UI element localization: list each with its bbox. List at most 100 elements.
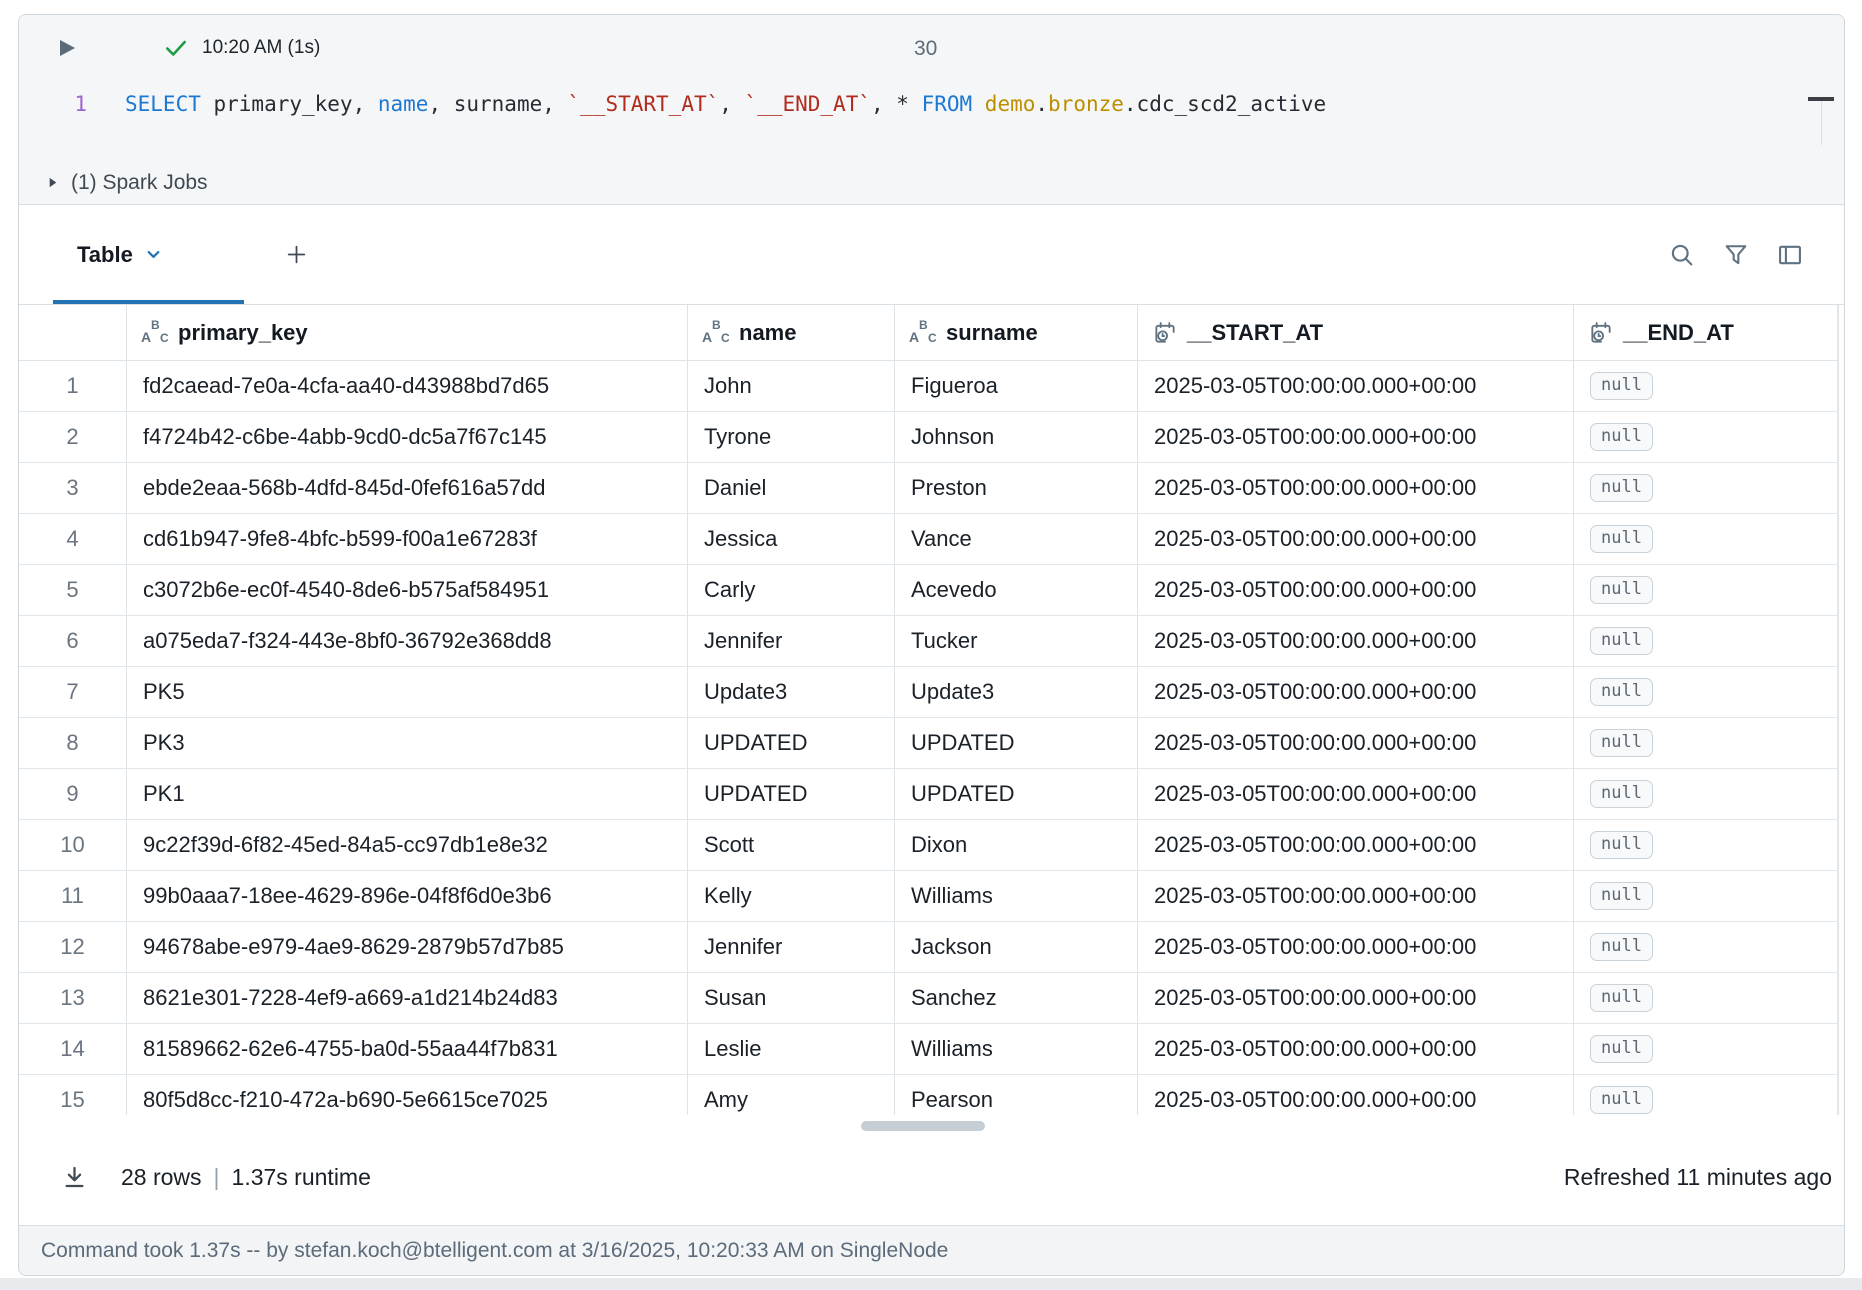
cell-start-at[interactable]: 2025-03-05T00:00:00.000+00:00 — [1138, 514, 1574, 565]
cell-surname[interactable]: Tucker — [895, 616, 1138, 667]
cell-name[interactable]: Jennifer — [688, 922, 895, 973]
cell-end-at[interactable]: null — [1574, 820, 1839, 871]
cell-end-at[interactable]: null — [1574, 973, 1839, 1024]
cell-primary_key[interactable]: PK5 — [127, 667, 688, 718]
cell-start-at[interactable]: 2025-03-05T00:00:00.000+00:00 — [1138, 1075, 1574, 1115]
cell-name[interactable]: Jessica — [688, 514, 895, 565]
cell-end-at[interactable]: null — [1574, 412, 1839, 463]
cell-surname[interactable]: Acevedo — [895, 565, 1138, 616]
spark-jobs-toggle[interactable]: (1) Spark Jobs — [19, 161, 1844, 205]
cell-name[interactable]: Kelly — [688, 871, 895, 922]
search-icon[interactable] — [1665, 238, 1699, 272]
cell-primary_key[interactable]: 81589662-62e6-4755-ba0d-55aa44f7b831 — [127, 1024, 688, 1075]
cell-end-at[interactable]: null — [1574, 361, 1839, 412]
column-header-surname[interactable]: ABCsurname — [895, 305, 1138, 361]
cell-surname[interactable]: Update3 — [895, 667, 1138, 718]
cell-start-at[interactable]: 2025-03-05T00:00:00.000+00:00 — [1138, 463, 1574, 514]
cell-end-at[interactable]: null — [1574, 1024, 1839, 1075]
row-number-cell[interactable]: 15 — [19, 1075, 127, 1115]
cell-start-at[interactable]: 2025-03-05T00:00:00.000+00:00 — [1138, 1024, 1574, 1075]
row-number-cell[interactable]: 8 — [19, 718, 127, 769]
cell-surname[interactable]: UPDATED — [895, 718, 1138, 769]
cell-name[interactable]: UPDATED — [688, 718, 895, 769]
cell-start-at[interactable]: 2025-03-05T00:00:00.000+00:00 — [1138, 667, 1574, 718]
cell-surname[interactable]: Jackson — [895, 922, 1138, 973]
cell-primary_key[interactable]: 8621e301-7228-4ef9-a669-a1d214b24d83 — [127, 973, 688, 1024]
cell-primary_key[interactable]: c3072b6e-ec0f-4540-8de6-b575af584951 — [127, 565, 688, 616]
row-number-cell[interactable]: 1 — [19, 361, 127, 412]
cell-surname[interactable]: Vance — [895, 514, 1138, 565]
cell-start-at[interactable]: 2025-03-05T00:00:00.000+00:00 — [1138, 565, 1574, 616]
cell-primary_key[interactable]: f4724b42-c6be-4abb-9cd0-dc5a7f67c145 — [127, 412, 688, 463]
cell-start-at[interactable]: 2025-03-05T00:00:00.000+00:00 — [1138, 922, 1574, 973]
cell-surname[interactable]: Preston — [895, 463, 1138, 514]
cell-start-at[interactable]: 2025-03-05T00:00:00.000+00:00 — [1138, 820, 1574, 871]
run-cell-button[interactable] — [56, 36, 80, 60]
row-number-cell[interactable]: 10 — [19, 820, 127, 871]
cell-primary_key[interactable]: PK3 — [127, 718, 688, 769]
column-header-primary_key[interactable]: ABCprimary_key — [127, 305, 688, 361]
cell-end-at[interactable]: null — [1574, 1075, 1839, 1115]
cell-end-at[interactable]: null — [1574, 718, 1839, 769]
cell-start-at[interactable]: 2025-03-05T00:00:00.000+00:00 — [1138, 718, 1574, 769]
cell-primary_key[interactable]: 80f5d8cc-f210-472a-b690-5e6615ce7025 — [127, 1075, 688, 1115]
row-number-cell[interactable]: 4 — [19, 514, 127, 565]
column-header-name[interactable]: ABCname — [688, 305, 895, 361]
column-header-__START_AT[interactable]: __START_AT — [1138, 305, 1574, 361]
row-number-cell[interactable]: 11 — [19, 871, 127, 922]
tab-table[interactable]: Table — [53, 205, 244, 304]
filter-icon[interactable] — [1719, 238, 1753, 272]
cell-start-at[interactable]: 2025-03-05T00:00:00.000+00:00 — [1138, 616, 1574, 667]
cell-end-at[interactable]: null — [1574, 769, 1839, 820]
cell-start-at[interactable]: 2025-03-05T00:00:00.000+00:00 — [1138, 361, 1574, 412]
column-header-__END_AT[interactable]: __END_AT — [1574, 305, 1839, 361]
cell-surname[interactable]: UPDATED — [895, 769, 1138, 820]
cell-name[interactable]: Jennifer — [688, 616, 895, 667]
cell-surname[interactable]: Dixon — [895, 820, 1138, 871]
cell-name[interactable]: Carly — [688, 565, 895, 616]
cell-surname[interactable]: Johnson — [895, 412, 1138, 463]
cell-start-at[interactable]: 2025-03-05T00:00:00.000+00:00 — [1138, 769, 1574, 820]
cell-surname[interactable]: Williams — [895, 871, 1138, 922]
cell-name[interactable]: Leslie — [688, 1024, 895, 1075]
cell-end-at[interactable]: null — [1574, 922, 1839, 973]
cell-surname[interactable]: Figueroa — [895, 361, 1138, 412]
row-number-cell[interactable]: 2 — [19, 412, 127, 463]
cell-primary_key[interactable]: ebde2eaa-568b-4dfd-845d-0fef616a57dd — [127, 463, 688, 514]
download-results-button[interactable] — [59, 1162, 89, 1192]
row-number-cell[interactable]: 7 — [19, 667, 127, 718]
cell-end-at[interactable]: null — [1574, 514, 1839, 565]
cell-end-at[interactable]: null — [1574, 463, 1839, 514]
sql-code[interactable]: SELECT primary_key, name, surname, `__ST… — [125, 92, 1326, 116]
cell-end-at[interactable]: null — [1574, 616, 1839, 667]
row-number-cell[interactable]: 3 — [19, 463, 127, 514]
cell-surname[interactable]: Williams — [895, 1024, 1138, 1075]
row-number-cell[interactable]: 12 — [19, 922, 127, 973]
row-number-cell[interactable]: 14 — [19, 1024, 127, 1075]
side-panel-icon[interactable] — [1773, 238, 1807, 272]
cell-primary_key[interactable]: 94678abe-e979-4ae9-8629-2879b57d7b85 — [127, 922, 688, 973]
cell-name[interactable]: UPDATED — [688, 769, 895, 820]
cell-primary_key[interactable]: 9c22f39d-6f82-45ed-84a5-cc97db1e8e32 — [127, 820, 688, 871]
cell-name[interactable]: John — [688, 361, 895, 412]
cell-primary_key[interactable]: fd2caead-7e0a-4cfa-aa40-d43988bd7d65 — [127, 361, 688, 412]
cell-end-at[interactable]: null — [1574, 871, 1839, 922]
row-number-cell[interactable]: 5 — [19, 565, 127, 616]
row-number-cell[interactable]: 9 — [19, 769, 127, 820]
cell-primary_key[interactable]: PK1 — [127, 769, 688, 820]
cell-primary_key[interactable]: cd61b947-9fe8-4bfc-b599-f00a1e67283f — [127, 514, 688, 565]
cell-name[interactable]: Update3 — [688, 667, 895, 718]
vertical-scrollbar-track[interactable] — [1837, 305, 1838, 1115]
cell-primary_key[interactable]: 99b0aaa7-18ee-4629-896e-04f8f6d0e3b6 — [127, 871, 688, 922]
cell-name[interactable]: Scott — [688, 820, 895, 871]
cell-surname[interactable]: Pearson — [895, 1075, 1138, 1115]
code-editor-area[interactable]: 10:20 AM (1s) 30 1 SELECT primary_key, n… — [19, 15, 1844, 161]
cell-name[interactable]: Amy — [688, 1075, 895, 1115]
cell-start-at[interactable]: 2025-03-05T00:00:00.000+00:00 — [1138, 871, 1574, 922]
cell-end-at[interactable]: null — [1574, 667, 1839, 718]
cell-end-at[interactable]: null — [1574, 565, 1839, 616]
cell-start-at[interactable]: 2025-03-05T00:00:00.000+00:00 — [1138, 973, 1574, 1024]
cell-surname[interactable]: Sanchez — [895, 973, 1138, 1024]
row-number-cell[interactable]: 6 — [19, 616, 127, 667]
cell-name[interactable]: Daniel — [688, 463, 895, 514]
